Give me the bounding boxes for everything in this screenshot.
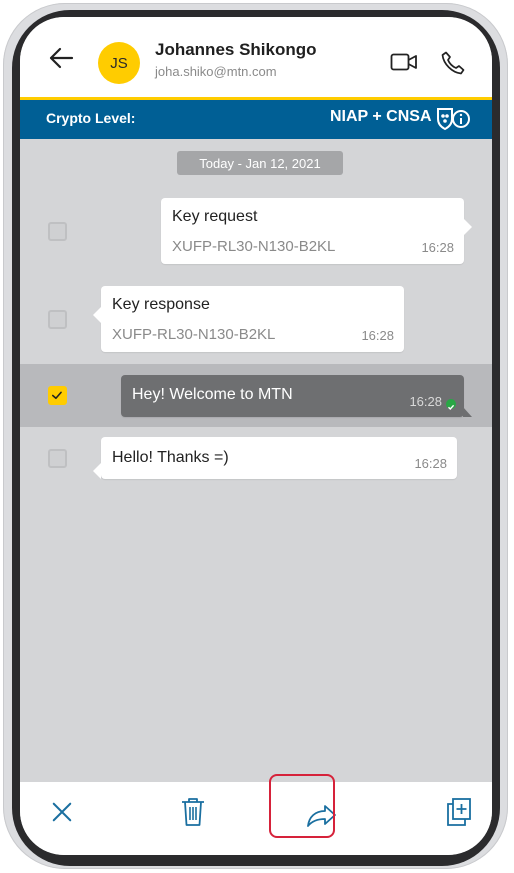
close-button[interactable] — [44, 794, 80, 830]
checkmark-icon — [51, 391, 62, 400]
crypto-level-label: Crypto Level: — [46, 110, 136, 126]
delivered-check-icon — [446, 399, 456, 411]
contact-name: Johannes Shikongo — [155, 40, 317, 59]
back-arrow-icon[interactable] — [48, 45, 74, 71]
message-title: Key response — [112, 296, 210, 313]
bubble-tail — [463, 407, 472, 417]
forward-button-highlight — [269, 774, 335, 838]
message-key-code: XUFP-RL30-N130-B2KL — [112, 326, 276, 343]
close-icon — [52, 802, 72, 822]
bubble-tail — [93, 463, 101, 479]
message-checkbox[interactable] — [48, 310, 67, 329]
message-time: 16:28 — [409, 394, 442, 409]
message-time: 16:28 — [361, 328, 394, 343]
trash-icon — [182, 798, 204, 826]
selection-action-bar — [20, 782, 492, 855]
avatar[interactable]: JS — [98, 42, 140, 84]
message-title: Hey! Welcome to MTN — [132, 386, 293, 403]
video-call-icon[interactable] — [390, 52, 418, 72]
security-info-icon[interactable] — [435, 106, 471, 132]
crypto-level-bar: Crypto Level: NIAP + CNSA — [20, 97, 492, 139]
message-bubble[interactable]: Key request XUFP-RL30-N130-B2KL 16:28 — [161, 198, 472, 264]
date-separator: Today - Jan 12, 2021 — [177, 151, 343, 175]
message-checkbox[interactable] — [48, 222, 67, 241]
copy-icon — [447, 798, 471, 826]
message-bubble-selected[interactable]: Hey! Welcome to MTN 16:28 — [121, 375, 472, 417]
screen: JS Johannes Shikongo joha.shiko@mtn.com … — [20, 17, 492, 855]
message-title: Hello! Thanks =) — [112, 449, 229, 466]
delete-button[interactable] — [175, 794, 211, 830]
bubble-tail — [464, 219, 472, 235]
message-bubble[interactable]: Hello! Thanks =) 16:28 — [93, 437, 457, 479]
phone-call-icon[interactable] — [440, 50, 466, 76]
contact-email: joha.shiko@mtn.com — [155, 64, 277, 79]
message-time: 16:28 — [421, 240, 454, 255]
crypto-level-value: NIAP + CNSA — [330, 108, 432, 125]
message-time: 16:28 — [414, 456, 447, 471]
message-checkbox-checked[interactable] — [48, 386, 67, 405]
message-checkbox[interactable] — [48, 449, 67, 468]
message-bubble[interactable]: Key response XUFP-RL30-N130-B2KL 16:28 — [93, 286, 404, 352]
copy-button[interactable] — [441, 794, 477, 830]
message-title: Key request — [172, 208, 258, 225]
message-key-code: XUFP-RL30-N130-B2KL — [172, 238, 336, 255]
bubble-tail — [93, 307, 101, 323]
chat-header: JS Johannes Shikongo joha.shiko@mtn.com — [20, 17, 492, 97]
